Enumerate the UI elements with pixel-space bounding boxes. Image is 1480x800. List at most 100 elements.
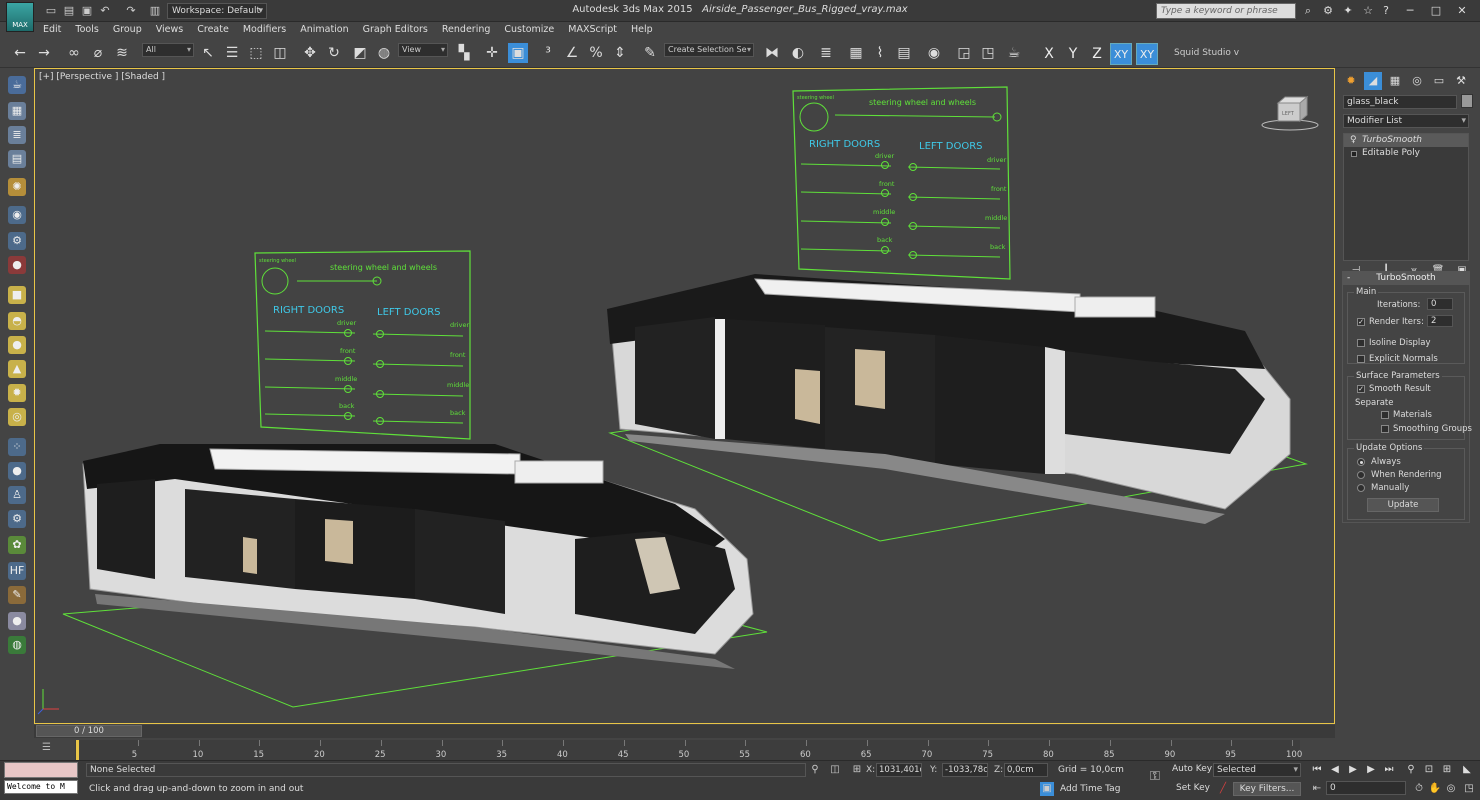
maxscript-listener-input[interactable] [4, 762, 78, 778]
torus-icon[interactable]: ◎ [8, 408, 26, 426]
motion-tab-icon[interactable]: ◎ [1408, 72, 1426, 90]
gear-icon[interactable]: ⚙ [8, 510, 26, 528]
create-tab-icon[interactable]: ✹ [1342, 72, 1360, 90]
search-input[interactable]: Type a keyword or phrase [1156, 3, 1296, 19]
previous-frame-icon[interactable]: ◀ [1328, 763, 1342, 777]
shaded-sphere-icon[interactable]: ● [8, 612, 26, 630]
expand-icon[interactable] [1351, 151, 1357, 157]
restrict-z-button[interactable]: Z [1086, 43, 1108, 65]
play-icon[interactable]: ▶ [1346, 763, 1360, 777]
rig-control-panel-rear[interactable]: steering wheel steering wheel and wheels… [792, 86, 1011, 280]
table-icon[interactable]: ▤ [8, 150, 26, 168]
menu-views[interactable]: Views [149, 22, 191, 38]
layer-manager-icon[interactable]: ≣ [816, 43, 836, 63]
favorites-icon[interactable]: ☆ [1360, 3, 1376, 19]
materials-checkbox[interactable] [1381, 411, 1389, 419]
perspective-viewport[interactable]: steering wheel steering wheel and wheels… [34, 68, 1335, 724]
go-to-start-icon[interactable]: ⏮ [1310, 763, 1324, 777]
light-icon[interactable]: ✺ [8, 178, 26, 196]
time-slider-thumb[interactable]: 0 / 100 [36, 725, 142, 737]
maximize-viewport-icon[interactable]: ◳ [1462, 782, 1476, 796]
maxscript-mini-listener[interactable]: Welcome to M [4, 780, 78, 794]
link-icon[interactable]: ∞ [64, 43, 84, 63]
minimize-icon[interactable]: ─ [1402, 3, 1418, 19]
rig-control-panel-front[interactable]: steering wheel steering wheel and wheels… [254, 250, 471, 440]
curve-editor-icon[interactable]: ⌇ [870, 43, 890, 63]
render-setup-icon[interactable]: ◲ [954, 43, 974, 63]
stack-item-turbosmooth[interactable]: ♀ TurboSmooth [1344, 134, 1468, 147]
box-icon[interactable]: ■ [8, 286, 26, 304]
slider-handle[interactable] [881, 189, 889, 197]
camera-icon[interactable]: ◉ [8, 206, 26, 224]
select-object-icon[interactable]: ↖ [198, 43, 218, 63]
slider-handle[interactable] [881, 246, 889, 254]
binoculars-icon[interactable]: ⌕ [1300, 3, 1316, 19]
viewport-label[interactable]: [+] [Perspective ] [Shaded ] [39, 72, 165, 82]
material-editor-icon[interactable]: ◉ [924, 43, 944, 63]
rotate-icon[interactable]: ↻ [324, 43, 344, 63]
modifier-list-dropdown[interactable]: Modifier List [1343, 114, 1469, 128]
always-radio[interactable] [1357, 458, 1365, 466]
zoom-extents-icon[interactable]: ⊡ [1422, 763, 1436, 777]
restrict-xy-cycle-button[interactable]: XY [1136, 43, 1158, 65]
menu-tools[interactable]: Tools [68, 22, 105, 38]
viewcube[interactable]: LEFT [1261, 95, 1319, 131]
restrict-x-button[interactable]: X [1038, 43, 1060, 65]
update-button[interactable]: Update [1367, 498, 1439, 512]
move-icon[interactable]: ✥ [300, 43, 320, 63]
isoline-display-checkbox[interactable] [1357, 339, 1365, 347]
sphere-icon[interactable]: ● [8, 336, 26, 354]
go-to-end-icon[interactable]: ⏭ [1382, 763, 1396, 777]
menu-graph-editors[interactable]: Graph Editors [356, 22, 435, 38]
app-logo-button[interactable]: MAX [6, 2, 34, 32]
slider-handle[interactable] [881, 218, 889, 226]
mouse-icon[interactable]: ◍ [8, 636, 26, 654]
scale-icon[interactable]: ◩ [350, 43, 370, 63]
select-manipulate-icon[interactable]: ✛ [482, 43, 502, 63]
key-mode-dropdown[interactable]: Selected [1213, 763, 1301, 777]
help-icon[interactable]: ? [1378, 3, 1394, 19]
time-configuration-icon[interactable]: ⏱ [1412, 782, 1426, 796]
container-icon[interactable]: ▦ [8, 102, 26, 120]
angle-snap-icon[interactable]: ∠ [562, 43, 582, 63]
menu-rendering[interactable]: Rendering [435, 22, 498, 38]
rollout-header[interactable]: TurboSmooth [1343, 272, 1469, 285]
scene-explorer-icon[interactable]: ▦ [846, 43, 866, 63]
lock-selection-icon[interactable]: ⚲ [808, 763, 822, 777]
object-name-field[interactable]: glass_black [1343, 95, 1457, 109]
dome-icon[interactable]: ◓ [8, 312, 26, 330]
orbit-icon[interactable]: ◎ [1444, 782, 1458, 796]
when-rendering-radio[interactable] [1357, 471, 1365, 479]
menu-customize[interactable]: Customize [497, 22, 561, 38]
menu-animation[interactable]: Animation [293, 22, 355, 38]
menu-modifiers[interactable]: Modifiers [236, 22, 293, 38]
rendered-frame-window-icon[interactable]: ◳ [978, 43, 998, 63]
brush-icon[interactable]: ✎ [8, 586, 26, 604]
percent-snap-icon[interactable]: % [586, 43, 606, 63]
maximize-icon[interactable]: □ [1428, 3, 1444, 19]
spinner-snap-icon[interactable]: ⇕ [610, 43, 630, 63]
iterations-spinner[interactable]: 0 [1427, 298, 1453, 310]
time-tag-icon[interactable]: ▣ [1040, 782, 1054, 796]
time-slider-track[interactable] [34, 725, 1335, 738]
auto-key-button[interactable]: Auto Key [1172, 764, 1212, 774]
bind-spacewarp-icon[interactable]: ≋ [112, 43, 132, 63]
window-crossing-icon[interactable]: ◫ [270, 43, 290, 63]
communication-icon[interactable]: ✦ [1340, 3, 1356, 19]
x-coordinate-field[interactable]: 1031,401c [876, 763, 922, 777]
pan-view-icon[interactable]: ✋ [1428, 782, 1442, 796]
workspace-label[interactable]: Squid Studio v [1174, 48, 1239, 58]
smooth-result-checkbox[interactable]: ✓ [1357, 385, 1365, 393]
menu-group[interactable]: Group [106, 22, 149, 38]
pivot-center-icon[interactable]: ▚ [454, 43, 474, 63]
slider-handle[interactable] [881, 161, 889, 169]
key-mode-icon[interactable]: ╱ [1216, 782, 1230, 796]
key-icon[interactable]: ⚿ [1148, 770, 1162, 784]
schematic-view-icon[interactable]: ▤ [894, 43, 914, 63]
mini-curve-editor-icon[interactable]: ☰ [42, 742, 56, 754]
utilities-tab-icon[interactable]: ⚒ [1452, 72, 1470, 90]
selection-filter-dropdown[interactable]: All [142, 43, 194, 57]
bulb-icon[interactable]: ♀ [1350, 134, 1357, 147]
explicit-normals-checkbox[interactable] [1357, 355, 1365, 363]
next-frame-icon[interactable]: ▶ [1364, 763, 1378, 777]
